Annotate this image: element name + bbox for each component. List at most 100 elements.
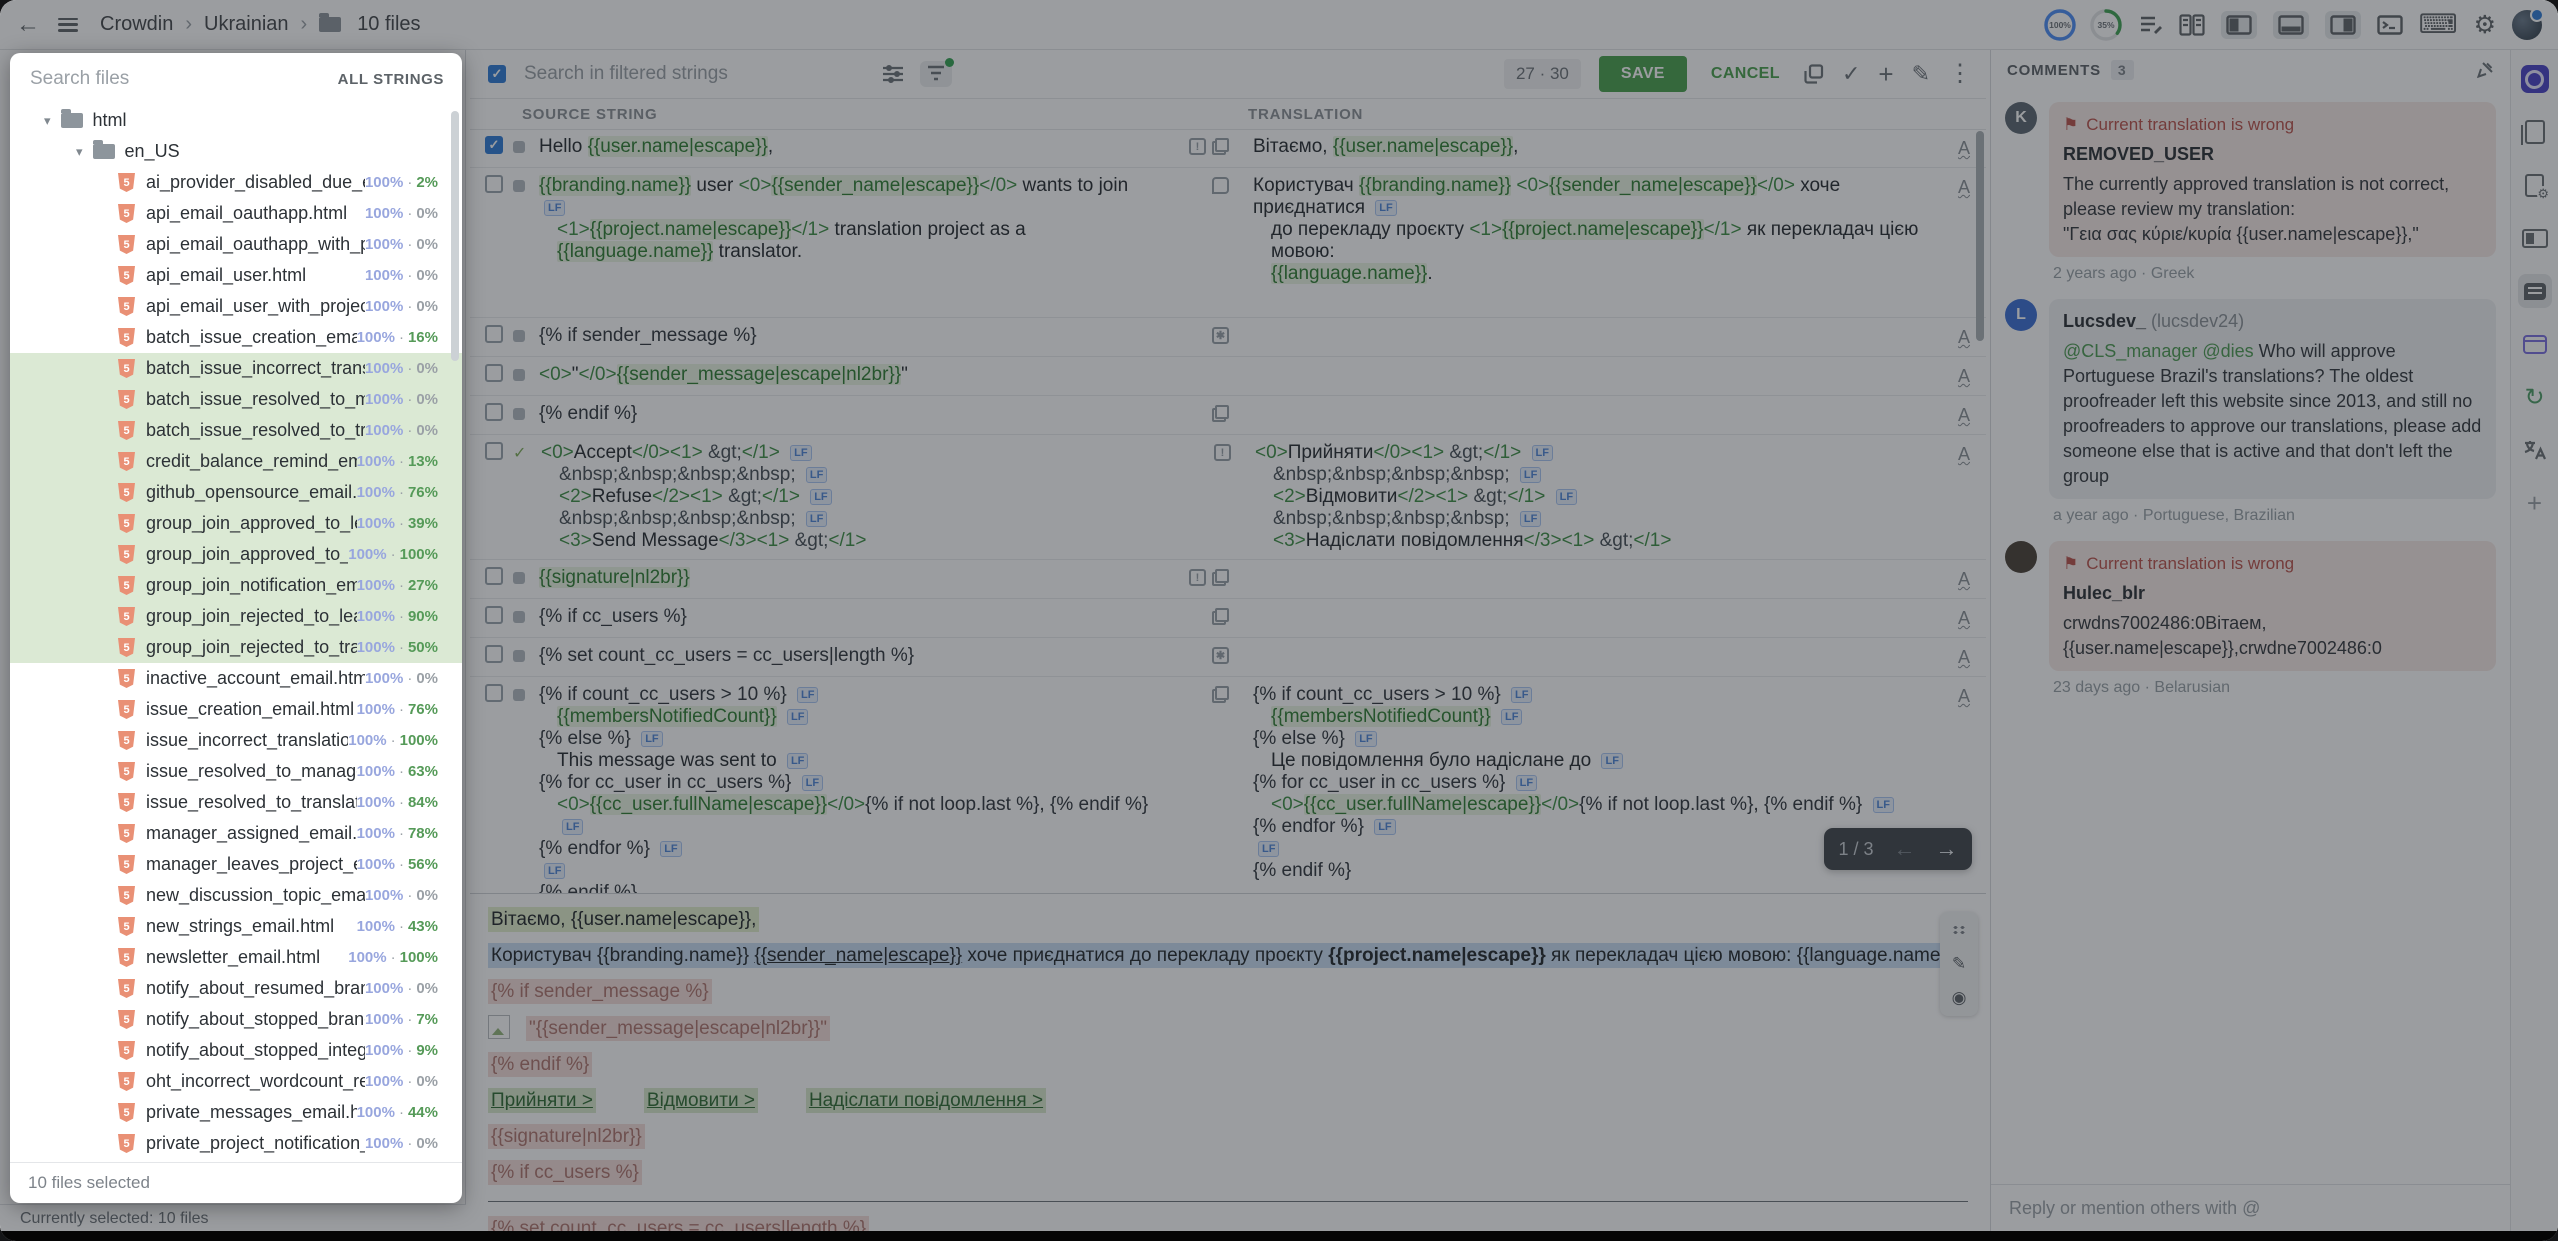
file-name: new_strings_email.html xyxy=(146,916,357,937)
dot-separator: · xyxy=(407,1073,412,1090)
html-file-icon: 5 xyxy=(118,638,135,657)
translated-percent: 100% xyxy=(357,577,395,594)
file-progress: 100%·13% xyxy=(357,453,462,470)
dot-separator: · xyxy=(399,918,404,935)
html-file-icon: 5 xyxy=(118,204,135,223)
file-progress: 100%·0% xyxy=(365,1073,462,1090)
file-row[interactable]: 5notify_about_stopped_integratio...100%·… xyxy=(10,1035,462,1066)
translated-percent: 100% xyxy=(357,856,395,873)
file-name: api_email_user.html xyxy=(146,265,365,286)
file-row[interactable]: 5manager_leaves_project_email....100%·56… xyxy=(10,849,462,880)
dot-separator: · xyxy=(407,1135,412,1152)
file-progress: 100%·44% xyxy=(357,1104,462,1121)
html-file-icon: 5 xyxy=(118,917,135,936)
file-row[interactable]: 5new_strings_email.html100%·43% xyxy=(10,911,462,942)
folder-row-html[interactable]: ▾html xyxy=(10,105,462,136)
search-files-input[interactable] xyxy=(28,67,338,91)
approved-percent: 0% xyxy=(416,670,438,687)
approved-percent: 63% xyxy=(408,763,438,780)
file-row[interactable]: 5manager_assigned_email.html100%·78% xyxy=(10,818,462,849)
approved-percent: 0% xyxy=(416,980,438,997)
translated-percent: 100% xyxy=(348,732,386,749)
file-row[interactable]: 5batch_issue_incorrect_translatio...100%… xyxy=(10,353,462,384)
file-row[interactable]: 5inactive_account_email.html100%·0% xyxy=(10,663,462,694)
file-row[interactable]: 5api_email_user_with_project.html100%·0% xyxy=(10,291,462,322)
approved-percent: 56% xyxy=(408,856,438,873)
html-file-icon: 5 xyxy=(118,1041,135,1060)
file-progress: 100%·16% xyxy=(357,329,462,346)
approved-percent: 0% xyxy=(416,422,438,439)
dot-separator: · xyxy=(399,1104,404,1121)
file-progress: 100%·0% xyxy=(365,980,462,997)
file-row[interactable]: 5github_opensource_email.html100%·76% xyxy=(10,477,462,508)
folder-name: en_US xyxy=(125,141,462,162)
file-row[interactable]: 5group_join_rejected_to_translat...100%·… xyxy=(10,632,462,663)
html-file-icon: 5 xyxy=(118,824,135,843)
translated-percent: 100% xyxy=(357,515,395,532)
approved-percent: 0% xyxy=(416,391,438,408)
dot-separator: · xyxy=(399,453,404,470)
file-row[interactable]: 5 batch_issue_resolved_to_transla...100%·… xyxy=(10,415,462,446)
approved-percent: 27% xyxy=(408,577,438,594)
approved-percent: 44% xyxy=(408,1104,438,1121)
dot-separator: · xyxy=(399,701,404,718)
html-file-icon: 5 xyxy=(118,731,135,750)
file-row[interactable]: 5ai_provider_disabled_due_error...100%·2… xyxy=(10,167,462,198)
file-row[interactable]: 5issue_incorrect_translation_e...100%·10… xyxy=(10,725,462,756)
translated-percent: 100% xyxy=(365,980,403,997)
html-file-icon: 5 xyxy=(118,979,135,998)
html-file-icon: 5 xyxy=(118,421,135,440)
file-row[interactable]: 5issue_resolved_to_managers_e...100%·63% xyxy=(10,756,462,787)
file-name: issue_resolved_to_translator_e... xyxy=(146,792,357,813)
file-row[interactable]: 5 notify_about_resumed_branch_s...100%·0% xyxy=(10,973,462,1004)
file-row[interactable]: 5group_join_approved_to_transl...100%·10… xyxy=(10,539,462,570)
file-name: notify_about_stopped_branch_s... xyxy=(146,1009,365,1030)
file-name: oht_incorrect_wordcount_reque... xyxy=(146,1071,365,1092)
approved-percent: 78% xyxy=(408,825,438,842)
file-name: group_join_approved_to_transl... xyxy=(146,544,348,565)
file-progress: 100%·0% xyxy=(365,267,462,284)
bottom-edge xyxy=(0,1231,2558,1241)
file-progress: 100%·2% xyxy=(365,174,462,191)
file-row[interactable]: 5new_discussion_topic_email.html100%·0% xyxy=(10,880,462,911)
file-progress: 100%·56% xyxy=(357,856,462,873)
file-row[interactable]: 5batch_issue_creation_email.html100%·16% xyxy=(10,322,462,353)
approved-percent: 76% xyxy=(408,484,438,501)
file-progress: 100%·76% xyxy=(357,484,462,501)
file-row[interactable]: 5group_join_notification_email.h...100%·… xyxy=(10,570,462,601)
file-row[interactable]: 5credit_balance_remind_email.h...100%·13… xyxy=(10,446,462,477)
file-row[interactable]: 5api_email_user.html100%·0% xyxy=(10,260,462,291)
approved-percent: 7% xyxy=(416,1011,438,1028)
file-row[interactable]: 5issue_creation_email.html100%·76% xyxy=(10,694,462,725)
file-name: batch_issue_resolved_to_transla... xyxy=(146,420,365,441)
approved-percent: 90% xyxy=(408,608,438,625)
file-row[interactable]: 5group_join_approved_to_leader...100%·39… xyxy=(10,508,462,539)
file-row[interactable]: 5api_email_oauthapp_with_projec...100%·0… xyxy=(10,229,462,260)
all-strings-button[interactable]: ALL STRINGS xyxy=(338,71,444,88)
translated-percent: 100% xyxy=(357,608,395,625)
dot-separator: · xyxy=(391,949,396,966)
file-row[interactable]: 5oht_incorrect_wordcount_reque...100%·0% xyxy=(10,1066,462,1097)
file-row[interactable]: 5newsletter_email.html100%·100% xyxy=(10,942,462,973)
html-file-icon: 5 xyxy=(118,514,135,533)
file-name: notify_about_resumed_branch_s... xyxy=(146,978,365,999)
file-name: group_join_notification_email.h... xyxy=(146,575,357,596)
file-row[interactable]: 5private_messages_email.html100%·44% xyxy=(10,1097,462,1128)
dot-separator: · xyxy=(407,422,412,439)
file-progress: 100%·0% xyxy=(365,887,462,904)
caret-down-icon[interactable]: ▾ xyxy=(76,144,83,160)
dot-separator: · xyxy=(407,298,412,315)
caret-down-icon[interactable]: ▾ xyxy=(44,113,51,129)
dot-separator: · xyxy=(399,856,404,873)
html-file-icon: 5 xyxy=(118,235,135,254)
file-scrollbar-thumb[interactable] xyxy=(451,111,459,361)
file-row[interactable]: 5batch_issue_resolved_to_manag...100%·0% xyxy=(10,384,462,415)
file-row[interactable]: 5api_email_oauthapp.html100%·0% xyxy=(10,198,462,229)
file-row[interactable]: 5group_join_rejected_to_leaders....100%·… xyxy=(10,601,462,632)
translated-percent: 100% xyxy=(365,422,403,439)
file-row[interactable]: 5issue_resolved_to_translator_e...100%·8… xyxy=(10,787,462,818)
translated-percent: 100% xyxy=(357,329,395,346)
file-row[interactable]: 5notify_about_stopped_branch_s...100%·7% xyxy=(10,1004,462,1035)
file-row[interactable]: 5private_project_notification_ema...100%… xyxy=(10,1128,462,1159)
folder-row-en-us[interactable]: ▾ en_US xyxy=(10,136,462,167)
